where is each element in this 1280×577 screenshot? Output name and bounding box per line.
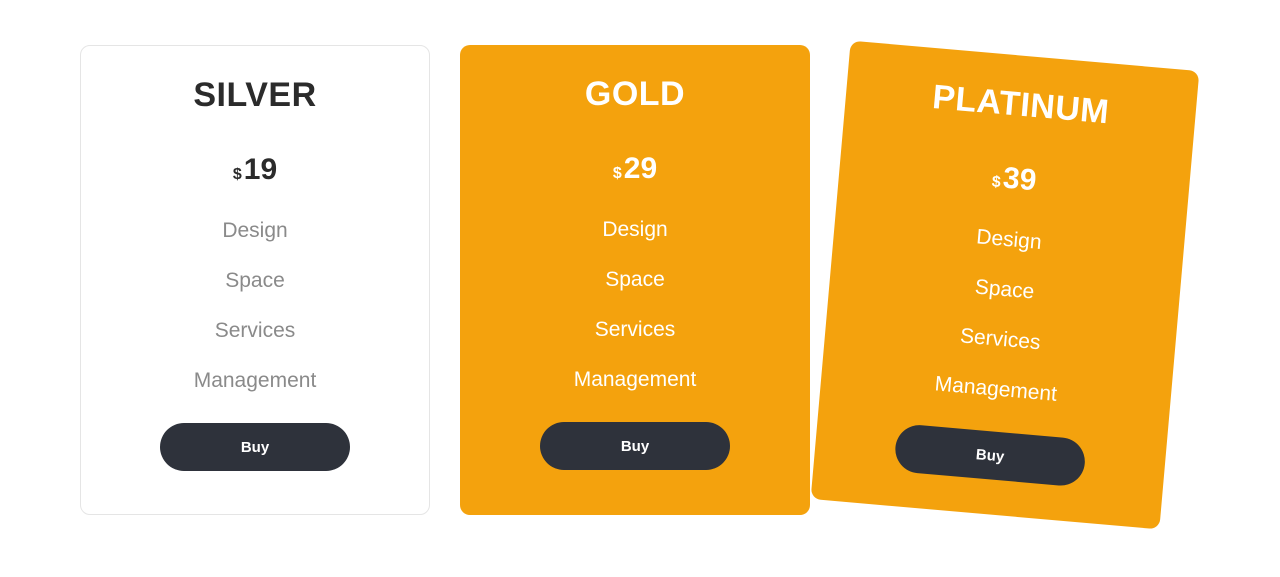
currency-symbol: $ bbox=[991, 173, 1001, 191]
price-value: 29 bbox=[624, 152, 657, 185]
tier-title: SILVER bbox=[101, 76, 409, 115]
feature-item: Space bbox=[849, 265, 1160, 316]
feature-item: Space bbox=[480, 268, 790, 292]
pricing-card-silver: SILVER $19 Design Space Services Managem… bbox=[80, 45, 430, 515]
price: $19 bbox=[101, 153, 409, 187]
price-value: 39 bbox=[1002, 161, 1038, 197]
feature-item: Services bbox=[480, 318, 790, 342]
feature-item: Management bbox=[101, 369, 409, 393]
feature-item: Management bbox=[480, 368, 790, 392]
price: $29 bbox=[480, 152, 790, 186]
feature-list: Design Space Services Management bbox=[101, 219, 409, 393]
feature-item: Services bbox=[101, 319, 409, 343]
feature-list: Design Space Services Management bbox=[840, 215, 1164, 415]
buy-button[interactable]: Buy bbox=[160, 423, 350, 471]
buy-button[interactable]: Buy bbox=[893, 423, 1086, 487]
buy-button[interactable]: Buy bbox=[540, 422, 730, 470]
feature-item: Space bbox=[101, 269, 409, 293]
currency-symbol: $ bbox=[613, 165, 622, 182]
pricing-container: SILVER $19 Design Space Services Managem… bbox=[80, 45, 1200, 515]
feature-item: Management bbox=[840, 364, 1151, 415]
pricing-card-platinum: PLATINUM $39 Design Space Services Manag… bbox=[811, 41, 1200, 530]
feature-item: Design bbox=[480, 218, 790, 242]
feature-item: Services bbox=[845, 314, 1156, 365]
tier-title: PLATINUM bbox=[865, 72, 1177, 138]
tier-title: GOLD bbox=[480, 75, 790, 114]
price-value: 19 bbox=[244, 153, 277, 186]
price: $39 bbox=[858, 149, 1170, 210]
pricing-card-gold: GOLD $29 Design Space Services Managemen… bbox=[460, 45, 810, 515]
currency-symbol: $ bbox=[233, 166, 242, 183]
feature-item: Design bbox=[101, 219, 409, 243]
feature-list: Design Space Services Management bbox=[480, 218, 790, 392]
feature-item: Design bbox=[853, 215, 1164, 266]
